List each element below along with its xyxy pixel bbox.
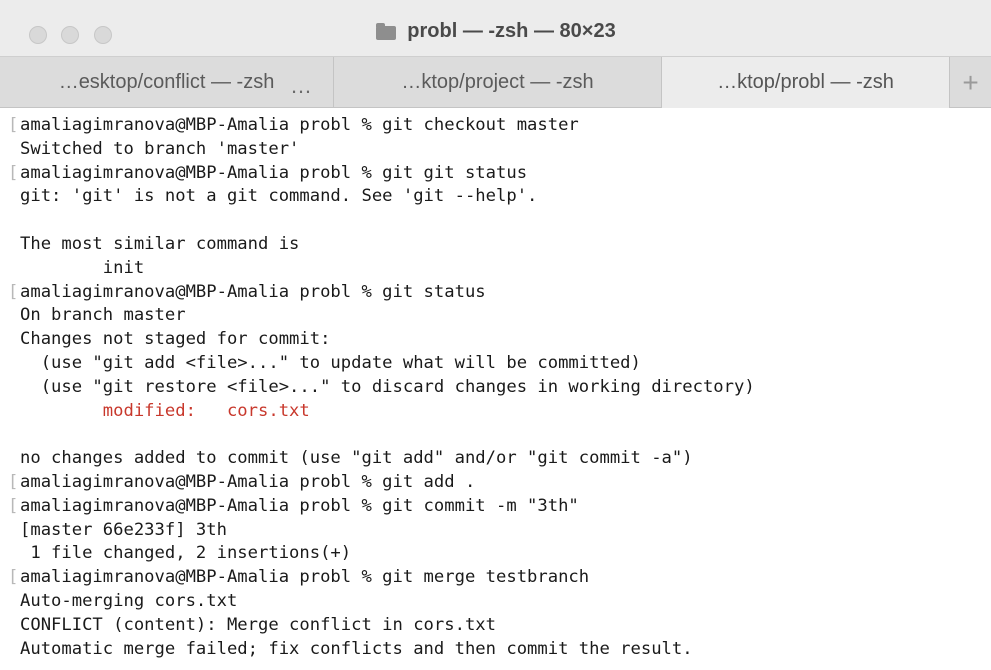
output-line: git: 'git' is not a git command. See 'gi…	[20, 186, 538, 207]
prompt-line: amaliagimranova@MBP-Amalia probl % git a…	[8, 471, 991, 495]
prompt-line: amaliagimranova@MBP-Amalia probl % git s…	[8, 281, 991, 305]
window-title: probl — -zsh — 80×23	[407, 19, 616, 42]
prompt-line: amaliagimranova@MBP-Amalia probl % git g…	[8, 162, 991, 186]
title-bar[interactable]: probl — -zsh — 80×23	[0, 0, 991, 56]
tab-project[interactable]: …ktop/project — -zsh	[334, 57, 662, 108]
output-line: The most similar command is	[20, 233, 300, 254]
terminal-window: probl — -zsh — 80×23 …esktop/conflict — …	[0, 0, 991, 670]
output-line: modified: cors.txt	[20, 400, 310, 421]
tab-bar: …esktop/conflict — -zsh … …ktop/project …	[0, 56, 991, 108]
tab-label: …ktop/probl — -zsh	[717, 71, 894, 93]
tab-conflict[interactable]: …esktop/conflict — -zsh	[0, 57, 334, 108]
output-line: 1 file changed, 2 insertions(+)	[20, 543, 352, 564]
output-line: CONFLICT (content): Merge conflict in co…	[20, 614, 496, 635]
prompt-line: amaliagimranova@MBP-Amalia probl % git c…	[8, 495, 991, 519]
output-line: Auto-merging cors.txt	[20, 590, 238, 611]
tab-label: …ktop/project — -zsh	[401, 71, 594, 93]
tab-probl[interactable]: …ktop/probl — -zsh	[662, 57, 950, 108]
new-tab-button[interactable]: +	[950, 57, 991, 108]
prompt-line: amaliagimranova@MBP-Amalia probl % git m…	[8, 566, 991, 590]
output-line: [master 66e233f] 3th	[20, 519, 227, 540]
prompt-line: amaliagimranova@MBP-Amalia probl % git c…	[8, 114, 991, 138]
terminal-output[interactable]: amaliagimranova@MBP-Amalia probl % git c…	[0, 108, 991, 670]
output-line: no changes added to commit (use "git add…	[20, 448, 693, 469]
tab-overflow-button[interactable]: …	[290, 73, 313, 99]
output-line: On branch master	[20, 305, 186, 326]
output-line: Switched to branch 'master'	[20, 138, 300, 159]
folder-icon	[375, 22, 397, 40]
output-line: Changes not staged for commit:	[20, 329, 331, 350]
output-line: Automatic merge failed; fix conflicts an…	[20, 638, 693, 659]
window-title-group: probl — -zsh — 80×23	[0, 18, 991, 44]
output-line: (use "git restore <file>..." to discard …	[20, 376, 755, 397]
tab-label: …esktop/conflict — -zsh	[58, 71, 275, 93]
output-line: (use "git add <file>..." to update what …	[20, 352, 641, 373]
output-line: init	[20, 257, 145, 278]
